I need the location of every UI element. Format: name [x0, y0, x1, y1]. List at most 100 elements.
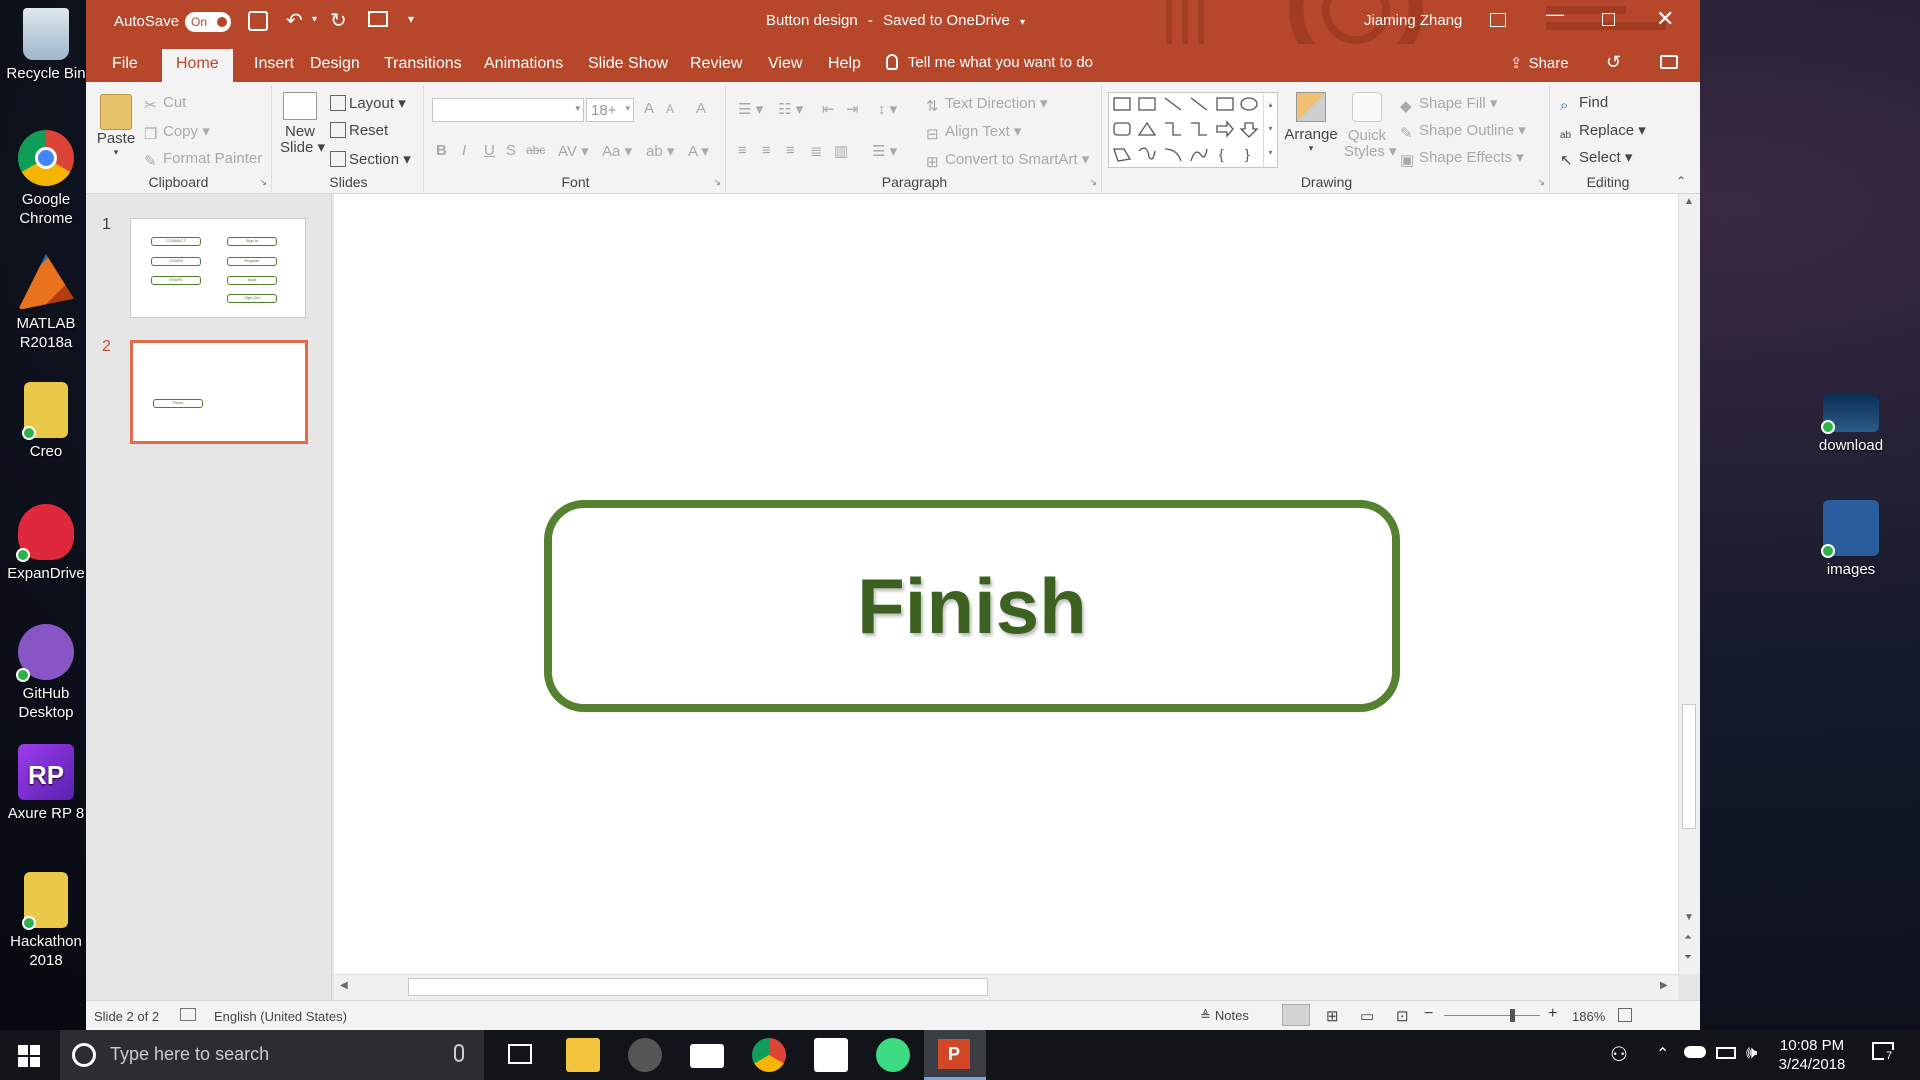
tell-me-box[interactable]: Tell me what you want to do [886, 54, 1093, 71]
vertical-scrollbar[interactable]: ▲ ▼ ⏶ ⏷ [1678, 194, 1700, 974]
settings-app-icon[interactable] [628, 1038, 662, 1072]
spelling-icon[interactable] [180, 1008, 196, 1021]
dialog-launcher-icon[interactable]: ↘ [713, 177, 721, 188]
zoom-level[interactable]: 186% [1572, 1009, 1605, 1024]
font-name-box[interactable]: ▾ [432, 98, 584, 122]
change-case-icon[interactable]: Aa ▾ [602, 142, 632, 160]
underline-icon[interactable]: U [484, 142, 495, 159]
axure-desktop-icon[interactable]: RP Axure RP 8 [3, 744, 89, 823]
format-painter-button[interactable]: ✎ Format Painter [144, 150, 262, 170]
customize-toolbar-icon[interactable]: ▾ [408, 12, 414, 26]
shadow-icon[interactable]: S [506, 142, 516, 159]
undo-dropdown-icon[interactable]: ▾ [312, 14, 317, 25]
section-button[interactable]: Section ▾ [330, 150, 411, 168]
autosave-toggle[interactable]: On [185, 12, 231, 32]
shape-fill-button[interactable]: ◆ Shape Fill ▾ [1400, 94, 1497, 115]
action-center-button[interactable]: 7 [1872, 1042, 1898, 1066]
align-vertical-icon[interactable]: ☰ ▾ [872, 142, 897, 160]
font-size-box[interactable]: 18+ ▾ [586, 98, 634, 122]
search-box[interactable]: Type here to search [60, 1030, 484, 1080]
github-desktop-icon[interactable]: GitHub Desktop [3, 624, 89, 722]
tab-design[interactable]: Design [296, 49, 374, 82]
previous-slide-icon[interactable]: ⏶ [1684, 932, 1692, 943]
matlab-desktop-icon[interactable]: MATLAB R2018a [3, 254, 89, 352]
dialog-launcher-icon[interactable]: ↘ [1089, 177, 1097, 188]
slide-canvas[interactable]: Finish [334, 194, 1678, 974]
redo-icon[interactable]: ↻ [330, 8, 347, 33]
tab-transitions[interactable]: Transitions [370, 49, 476, 82]
copy-button[interactable]: ❐ Copy ▾ [144, 122, 210, 143]
clear-formatting-icon[interactable]: A [696, 100, 706, 117]
character-spacing-icon[interactable]: AV ▾ [558, 142, 589, 160]
numbering-icon[interactable]: ☷ ▾ [778, 100, 803, 118]
tab-file[interactable]: File [98, 49, 152, 82]
horizontal-scroll-thumb[interactable] [408, 978, 988, 996]
minimize-button[interactable]: — [1546, 4, 1564, 25]
italic-icon[interactable]: I [462, 142, 466, 159]
onedrive-icon[interactable] [1684, 1046, 1706, 1058]
convert-smartart-button[interactable]: ⊞ Convert to SmartArt ▾ [926, 150, 1089, 171]
mail-icon[interactable] [690, 1044, 724, 1068]
horizontal-scrollbar[interactable]: ◀ ▶ [334, 974, 1678, 1000]
zoom-slider[interactable] [1444, 1009, 1540, 1022]
align-left-icon[interactable]: ≡ [738, 142, 747, 159]
quick-styles-button[interactable]: Quick Styles ▾ [1344, 92, 1397, 160]
decrease-indent-icon[interactable]: ⇤ [822, 100, 835, 118]
font-color-icon[interactable]: A ▾ [688, 142, 709, 160]
next-slide-icon[interactable]: ⏷ [1684, 952, 1692, 963]
paste-button[interactable]: Paste ▾ [96, 94, 136, 158]
bold-icon[interactable]: B [436, 142, 447, 159]
slide-show-icon[interactable]: ⊡ [1396, 1007, 1409, 1025]
layout-button[interactable]: Layout ▾ [330, 94, 406, 112]
undo-icon[interactable]: ↶ [286, 8, 303, 33]
maximize-button[interactable] [1602, 13, 1615, 26]
present-icon[interactable] [368, 11, 388, 27]
chrome-desktop-icon[interactable]: Google Chrome [3, 130, 89, 228]
reset-button[interactable]: Reset [330, 122, 388, 139]
volume-icon[interactable]: 🕪 [1746, 1042, 1757, 1063]
shapes-gallery[interactable]: {} ▴ ▾ ▾ [1108, 92, 1278, 168]
slide-thumbnail-1[interactable]: CONNECT LEARN SHARE Sign In Register Bac… [130, 218, 306, 318]
tab-help[interactable]: Help [814, 49, 875, 82]
align-right-icon[interactable]: ≡ [786, 142, 795, 159]
tab-slide-show[interactable]: Slide Show [574, 49, 682, 82]
user-name[interactable]: Jiaming Zhang [1364, 12, 1462, 29]
scroll-up-icon[interactable]: ▲ [1684, 196, 1694, 207]
increase-font-icon[interactable]: A [644, 100, 654, 117]
gallery-scroll[interactable]: ▴ ▾ ▾ [1263, 93, 1277, 167]
zoom-in-button[interactable]: + [1548, 1005, 1557, 1023]
save-icon[interactable] [248, 11, 268, 31]
new-slide-button[interactable]: New Slide ▾ [280, 92, 325, 156]
sticky-notes-icon[interactable] [814, 1038, 848, 1072]
increase-indent-icon[interactable]: ⇥ [846, 100, 859, 118]
scroll-down-icon[interactable]: ▼ [1684, 912, 1694, 923]
align-center-icon[interactable]: ≡ [762, 142, 771, 159]
highlight-icon[interactable]: ab ▾ [646, 142, 674, 160]
tab-view[interactable]: View [754, 49, 816, 82]
show-hidden-icons[interactable]: ⌃ [1656, 1044, 1669, 1064]
images-desktop-icon[interactable]: images [1808, 500, 1894, 579]
ribbon-display-options-icon[interactable] [1490, 13, 1506, 27]
vertical-scroll-thumb[interactable] [1682, 704, 1696, 829]
finish-button-shape[interactable]: Finish [544, 500, 1400, 712]
text-direction-button[interactable]: ⇅ Text Direction ▾ [926, 94, 1048, 115]
find-button[interactable]: ⌕ Find [1560, 94, 1608, 114]
people-icon[interactable]: ⚇ [1610, 1042, 1628, 1067]
replace-button[interactable]: ab Replace ▾ [1560, 121, 1646, 146]
powerpoint-taskbar-item[interactable]: P [924, 1030, 986, 1080]
line-spacing-icon[interactable]: ↕ ▾ [878, 100, 897, 118]
close-button[interactable]: ✕ [1656, 6, 1674, 32]
scroll-right-icon[interactable]: ▶ [1660, 980, 1668, 991]
cut-button[interactable]: ✂ Cut [144, 94, 186, 114]
tab-home[interactable]: Home [162, 49, 233, 82]
collapse-ribbon-icon[interactable]: ⌃ [1676, 174, 1686, 188]
normal-view-icon[interactable] [1282, 1004, 1310, 1026]
dialog-launcher-icon[interactable]: ↘ [1537, 177, 1545, 188]
save-status[interactable]: Saved to OneDrive [883, 12, 1010, 29]
reading-view-icon[interactable]: ▭ [1360, 1007, 1374, 1025]
hackathon-desktop-icon[interactable]: Hackathon 2018 [3, 872, 89, 970]
justify-icon[interactable]: ≣ [810, 142, 823, 160]
decrease-font-icon[interactable]: A [666, 102, 674, 116]
microphone-icon[interactable] [454, 1044, 464, 1062]
zoom-slider-thumb[interactable] [1510, 1009, 1515, 1022]
